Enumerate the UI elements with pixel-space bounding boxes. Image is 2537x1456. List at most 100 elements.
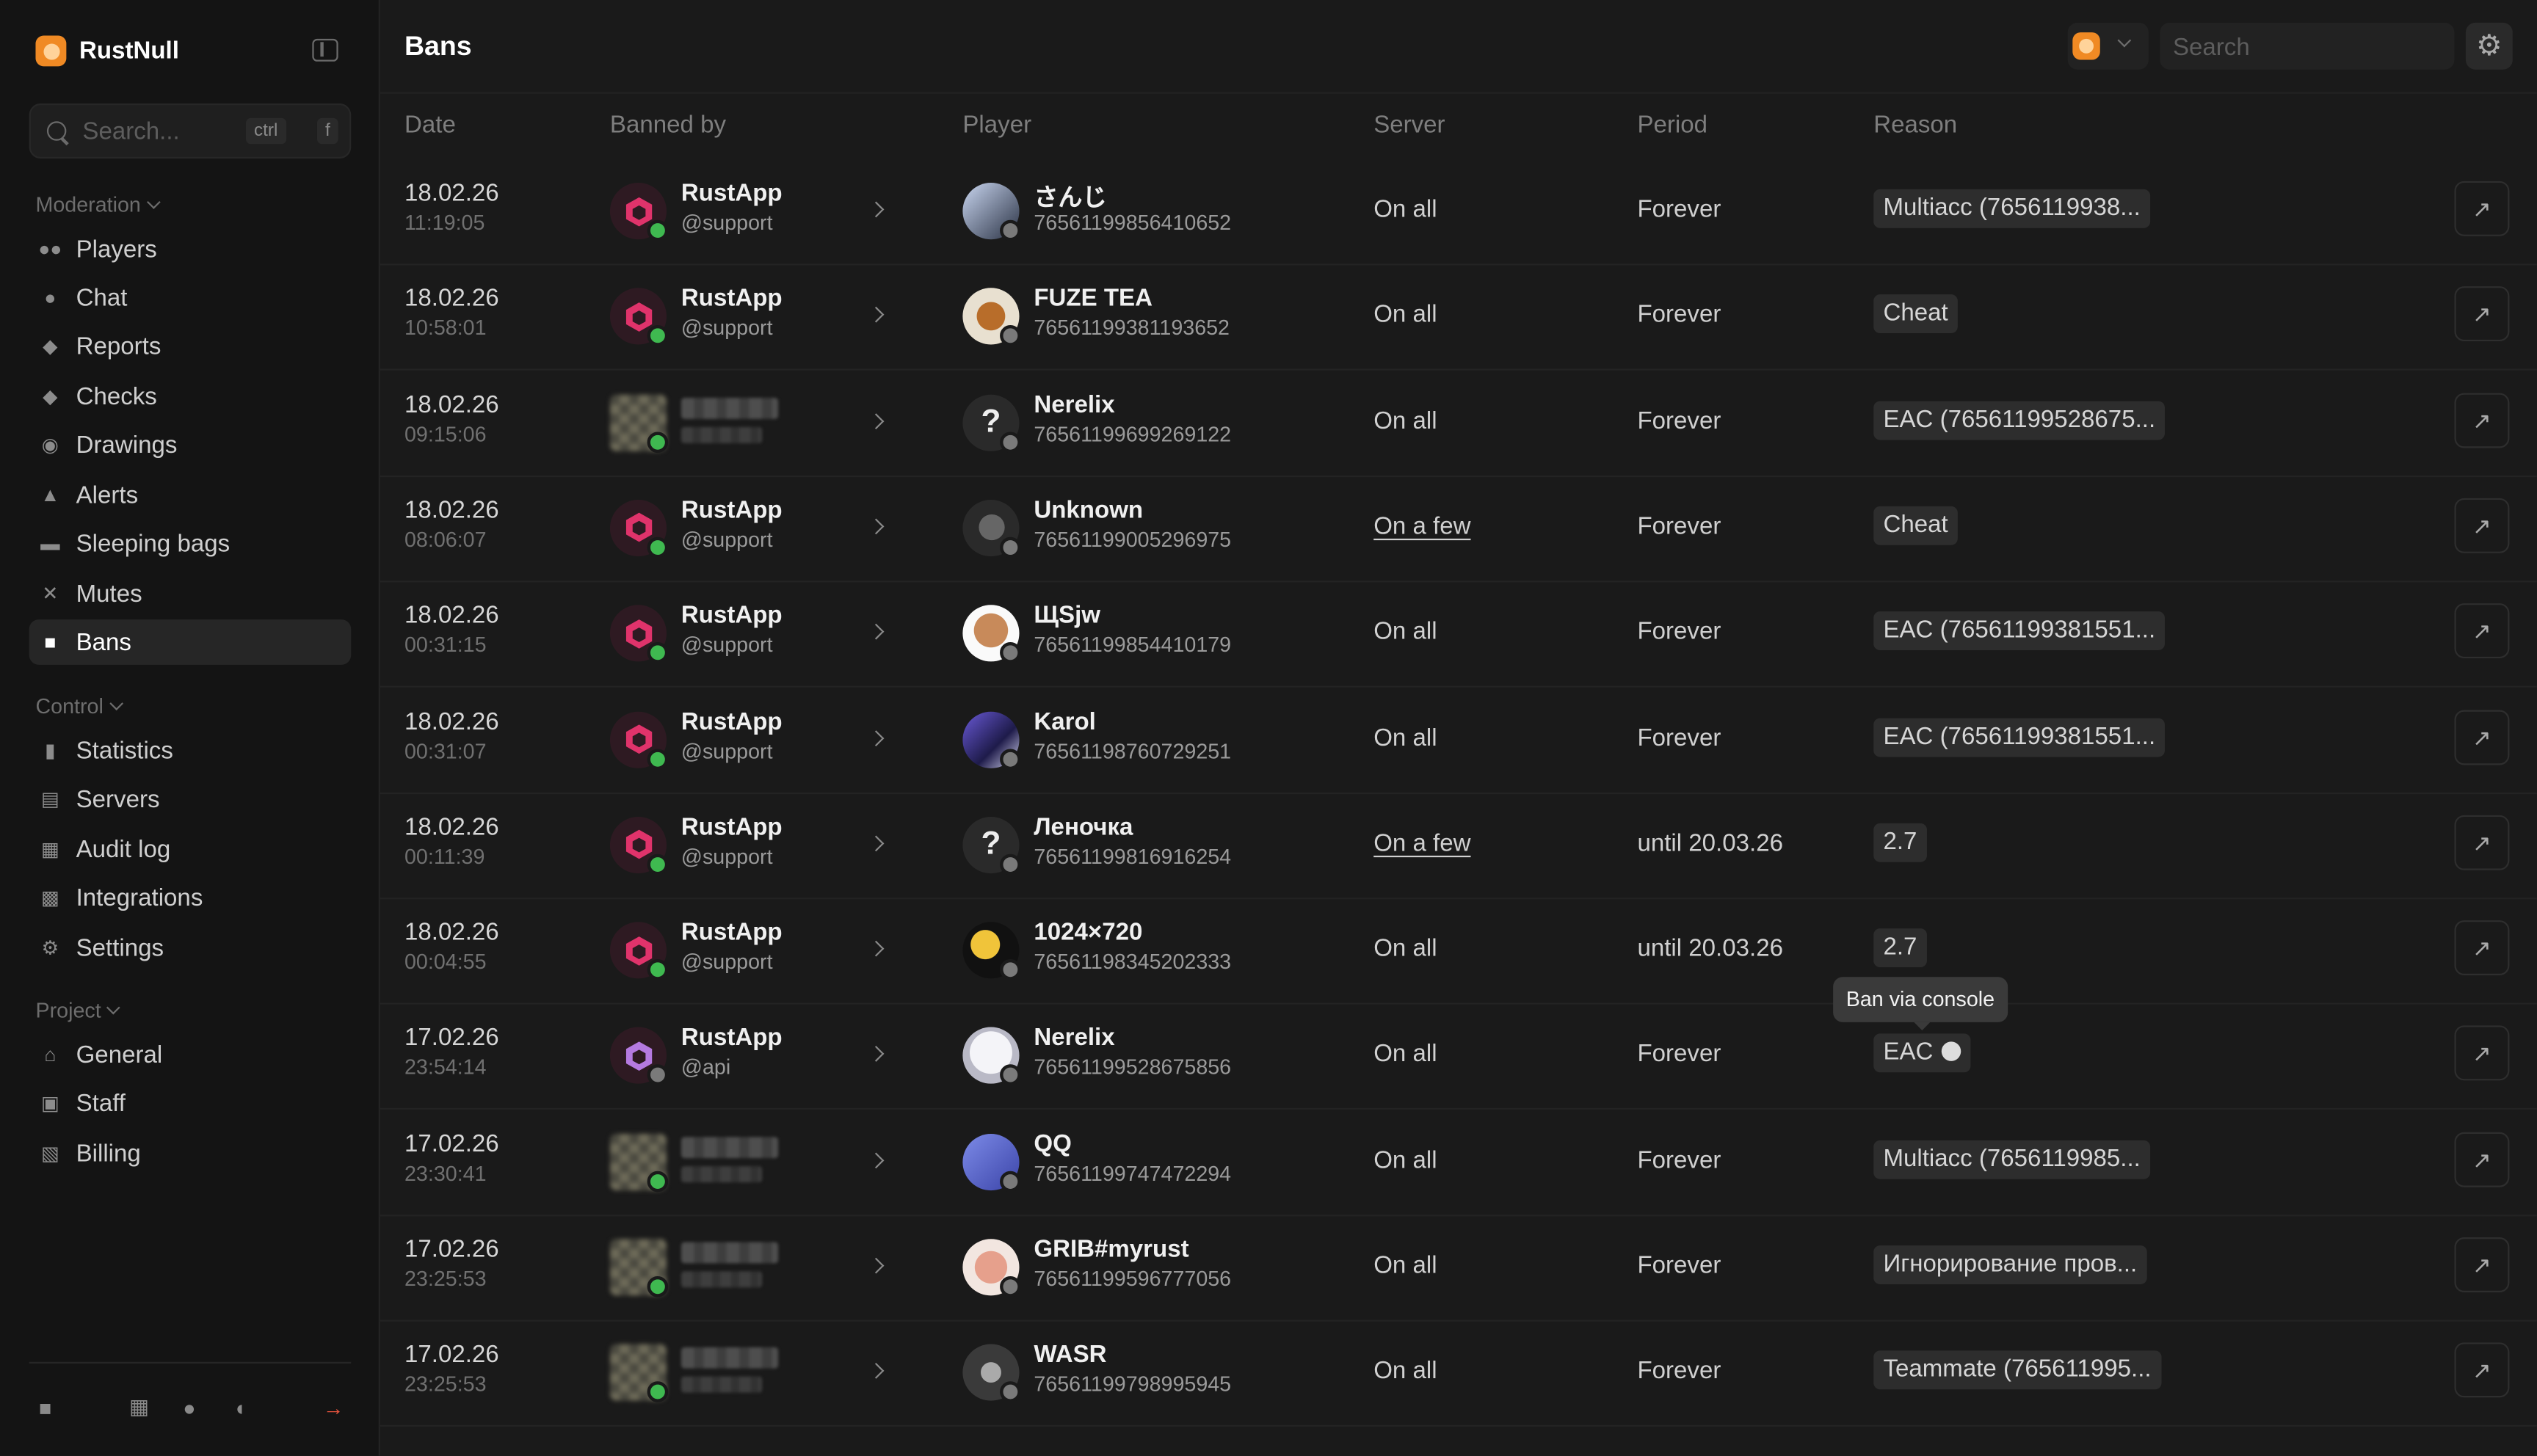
player-avatar[interactable]	[962, 605, 1021, 664]
player-avatar[interactable]	[962, 1239, 1021, 1297]
open-external-button[interactable]: ↗	[2454, 286, 2510, 342]
sidebar-item-chat[interactable]: ● Chat	[29, 275, 352, 321]
group-control[interactable]: Control	[35, 694, 123, 718]
open-external-button[interactable]: ↗	[2454, 1026, 2510, 1082]
table-row[interactable]: 18.02.26 00:11:39 RustApp @support ? Лен…	[380, 793, 2537, 899]
player-name[interactable]: Nerelix	[1034, 1024, 1114, 1052]
player-name[interactable]: ЩSjw	[1034, 602, 1100, 629]
staff-avatar[interactable]	[609, 393, 669, 453]
ban-reason-badge[interactable]: Multiacc (7656119938...	[1873, 189, 2151, 228]
open-external-button[interactable]: ↗	[2454, 1132, 2510, 1187]
column-header-player[interactable]: Player	[962, 112, 1031, 139]
staff-avatar[interactable]	[609, 183, 669, 241]
open-external-button[interactable]: ↗	[2454, 920, 2510, 976]
player-avatar[interactable]	[962, 1027, 1021, 1086]
open-external-button[interactable]: ↗	[2454, 603, 2510, 659]
table-row[interactable]: 17.02.26 23:25:53 GRIB#myrust 7656119959…	[380, 1215, 2537, 1322]
player-avatar[interactable]	[962, 1344, 1021, 1403]
sidebar-item-integrations[interactable]: ▩ Integrations	[29, 875, 352, 920]
ban-server-scope[interactable]: On a few	[1373, 829, 1470, 856]
table-row[interactable]: 18.02.26 11:19:05 RustApp @support さんじ 7…	[380, 159, 2537, 266]
player-name[interactable]: Леночка	[1034, 813, 1133, 840]
table-row[interactable]: 17.02.26 23:54:14 RustApp @api Nerelix 7…	[380, 1003, 2537, 1110]
column-header-date[interactable]: Date	[404, 112, 456, 139]
ban-reason-badge[interactable]: Multiacc (7656119985...	[1873, 1140, 2151, 1179]
staff-avatar[interactable]	[609, 710, 669, 770]
player-avatar[interactable]	[962, 288, 1021, 347]
player-name[interactable]: さんじ	[1034, 180, 1106, 214]
staff-avatar[interactable]	[609, 1027, 669, 1086]
player-name[interactable]: Karol	[1034, 707, 1096, 735]
open-external-button[interactable]: ↗	[2454, 815, 2510, 870]
player-name[interactable]: GRIB#myrust	[1034, 1236, 1188, 1263]
player-avatar[interactable]	[962, 922, 1021, 980]
open-external-button[interactable]: ↗	[2454, 392, 2510, 448]
open-external-button[interactable]: ↗	[2454, 1237, 2510, 1292]
ban-reason-badge[interactable]: 2.7	[1873, 823, 1927, 862]
table-row[interactable]: 18.02.26 10:58:01 RustApp @support FUZE …	[380, 264, 2537, 371]
staff-name[interactable]: RustApp	[681, 285, 783, 313]
sidebar-item-checks[interactable]: ◆ Checks	[29, 374, 352, 419]
player-name[interactable]: 1024×720	[1034, 919, 1142, 946]
staff-name[interactable]: RustApp	[681, 919, 783, 946]
sidebar-item-players[interactable]: ●● Players	[29, 227, 352, 272]
table-row[interactable]: 18.02.26 00:31:15 RustApp @support ЩSjw …	[380, 581, 2537, 688]
player-avatar[interactable]	[962, 499, 1021, 558]
staff-avatar[interactable]	[609, 816, 669, 875]
support-headset-icon[interactable]: ◖	[227, 1394, 253, 1420]
sidebar-search-input[interactable]	[82, 117, 244, 146]
ban-reason-badge[interactable]: Cheat	[1873, 506, 1958, 545]
collapse-sidebar-icon[interactable]	[312, 38, 338, 62]
header-search[interactable]	[2160, 22, 2455, 70]
open-external-button[interactable]: ↗	[2454, 709, 2510, 765]
table-row[interactable]: 17.02.26 23:30:41 QQ 76561199747472294 O…	[380, 1109, 2537, 1216]
staff-avatar[interactable]	[609, 499, 669, 558]
table-row[interactable]: 18.02.26 08:06:07 RustApp @support Unkno…	[380, 476, 2537, 583]
table-row[interactable]: 18.02.26 00:31:07 RustApp @support Karol…	[380, 687, 2537, 794]
column-header-server[interactable]: Server	[1373, 112, 1445, 139]
staff-avatar[interactable]	[609, 288, 669, 347]
staff-name[interactable]: RustApp	[681, 602, 783, 629]
open-external-button[interactable]: ↗	[2454, 181, 2510, 236]
open-external-button[interactable]: ↗	[2454, 1342, 2510, 1398]
ban-reason-badge[interactable]: 2.7	[1873, 928, 1927, 968]
sidebar-item-general[interactable]: ⌂ General	[29, 1032, 352, 1077]
table-row[interactable]: 18.02.26 00:04:55 RustApp @support 1024×…	[380, 898, 2537, 1005]
ban-server-scope[interactable]: On a few	[1373, 512, 1470, 539]
column-header-reason[interactable]: Reason	[1873, 112, 1957, 139]
column-header-banned-by[interactable]: Banned by	[610, 112, 726, 139]
ban-reason-badge[interactable]: Teammate (765611995...	[1873, 1350, 2161, 1390]
sidebar-item-drawings[interactable]: ◉ Drawings	[29, 422, 352, 467]
table-row[interactable]: 17.02.26 23:25:53 WASR 76561199798995945…	[380, 1320, 2537, 1427]
server-selector[interactable]	[2067, 22, 2149, 70]
player-name[interactable]: Nerelix	[1034, 390, 1114, 418]
ban-reason-badge[interactable]: EAC	[1873, 1034, 1971, 1074]
docs-icon[interactable]: ▦	[126, 1394, 152, 1420]
gear-icon[interactable]: ⚙	[2465, 22, 2513, 70]
sidebar-item-settings[interactable]: ⚙ Settings	[29, 925, 352, 971]
player-name[interactable]: Unknown	[1034, 496, 1143, 523]
sidebar-item-billing[interactable]: ▧ Billing	[29, 1131, 352, 1176]
sidebar-item-alerts[interactable]: ▲ Alerts	[29, 473, 352, 518]
console-icon[interactable]	[1941, 1042, 1961, 1062]
ban-reason-badge[interactable]: Игнорирование пров...	[1873, 1245, 2147, 1284]
sidebar-item-servers[interactable]: ▤ Servers	[29, 776, 352, 822]
staff-name[interactable]: RustApp	[681, 813, 783, 840]
ban-reason-badge[interactable]: Cheat	[1873, 294, 1958, 334]
staff-avatar[interactable]	[609, 1133, 669, 1192]
header-search-input[interactable]	[2172, 34, 2432, 62]
group-moderation[interactable]: Moderation	[35, 192, 161, 216]
sidebar-item-statistics[interactable]: ▮ Statistics	[29, 728, 352, 774]
ban-reason-badge[interactable]: EAC (76561199528675...	[1873, 400, 2166, 440]
logout-icon[interactable]: →	[320, 1394, 346, 1420]
sidebar-search[interactable]: ctrl + f	[29, 103, 352, 159]
brand[interactable]: RustNull	[35, 35, 179, 67]
player-avatar[interactable]	[962, 710, 1021, 770]
player-name[interactable]: QQ	[1034, 1130, 1071, 1157]
staff-avatar[interactable]	[609, 605, 669, 664]
group-project[interactable]: Project	[35, 998, 121, 1022]
ban-reason-badge[interactable]: EAC (76561199381551...	[1873, 717, 2166, 757]
player-avatar[interactable]: ?	[962, 816, 1021, 875]
open-external-button[interactable]: ↗	[2454, 498, 2510, 553]
sidebar-item-bans[interactable]: ■ Bans	[29, 619, 352, 665]
